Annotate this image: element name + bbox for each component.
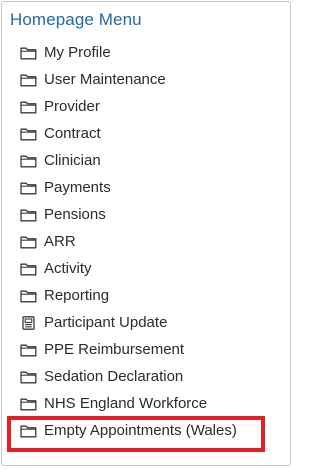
folder-icon [20,262,37,276]
folder-icon [20,370,37,384]
folder-icon [20,46,37,60]
menu-title: Homepage Menu [10,10,142,29]
menu-item-nhs-england-workforce[interactable]: NHS England Workforce [2,390,290,417]
menu-item-provider[interactable]: Provider [2,93,290,120]
menu-item-label: Clinician [44,152,101,169]
menu-item-sedation-declaration[interactable]: Sedation Declaration [2,363,290,390]
menu-item-label: Empty Appointments (Wales) [44,422,237,439]
menu-item-label: Contract [44,125,101,142]
menu-item-label: My Profile [44,44,111,61]
folder-icon [20,127,37,141]
menu-item-my-profile[interactable]: My Profile [2,39,290,66]
folder-icon [20,73,37,87]
menu-item-activity[interactable]: Activity [2,255,290,282]
folder-icon [20,100,37,114]
menu-item-label: NHS England Workforce [44,395,208,412]
menu-item-user-maintenance[interactable]: User Maintenance [2,66,290,93]
menu-item-label: Participant Update [44,314,168,331]
menu-item-contract[interactable]: Contract [2,120,290,147]
folder-icon [20,343,37,357]
folder-icon [20,154,37,168]
menu-item-reporting[interactable]: Reporting [2,282,290,309]
menu-item-arr[interactable]: ARR [2,228,290,255]
menu-item-participant-update[interactable]: Participant Update [2,309,290,336]
menu-list: My Profile User Maintenance Provider Con… [2,39,290,444]
menu-item-label: Activity [44,260,92,277]
menu-item-label: Provider [44,98,100,115]
id-card-icon [20,315,37,330]
menu-item-clinician[interactable]: Clinician [2,147,290,174]
menu-item-label: PPE Reimbursement [44,341,185,358]
menu-item-label: ARR [44,233,76,250]
menu-item-label: Sedation Declaration [44,368,184,385]
menu-item-payments[interactable]: Payments [2,174,290,201]
folder-icon [20,235,37,249]
menu-item-label: Payments [44,179,111,196]
menu-item-empty-appointments-wales[interactable]: Empty Appointments (Wales) [2,417,290,444]
folder-icon [20,181,37,195]
menu-item-label: Reporting [44,287,110,304]
menu-item-ppe-reimbursement[interactable]: PPE Reimbursement [2,336,290,363]
menu-item-label: User Maintenance [44,71,166,88]
folder-icon [20,289,37,303]
homepage-menu-panel: Homepage Menu My Profile User Maintenanc… [1,1,291,466]
menu-item-label: Pensions [44,206,106,223]
folder-icon [20,208,37,222]
folder-icon [20,424,37,438]
folder-icon [20,397,37,411]
menu-item-pensions[interactable]: Pensions [2,201,290,228]
